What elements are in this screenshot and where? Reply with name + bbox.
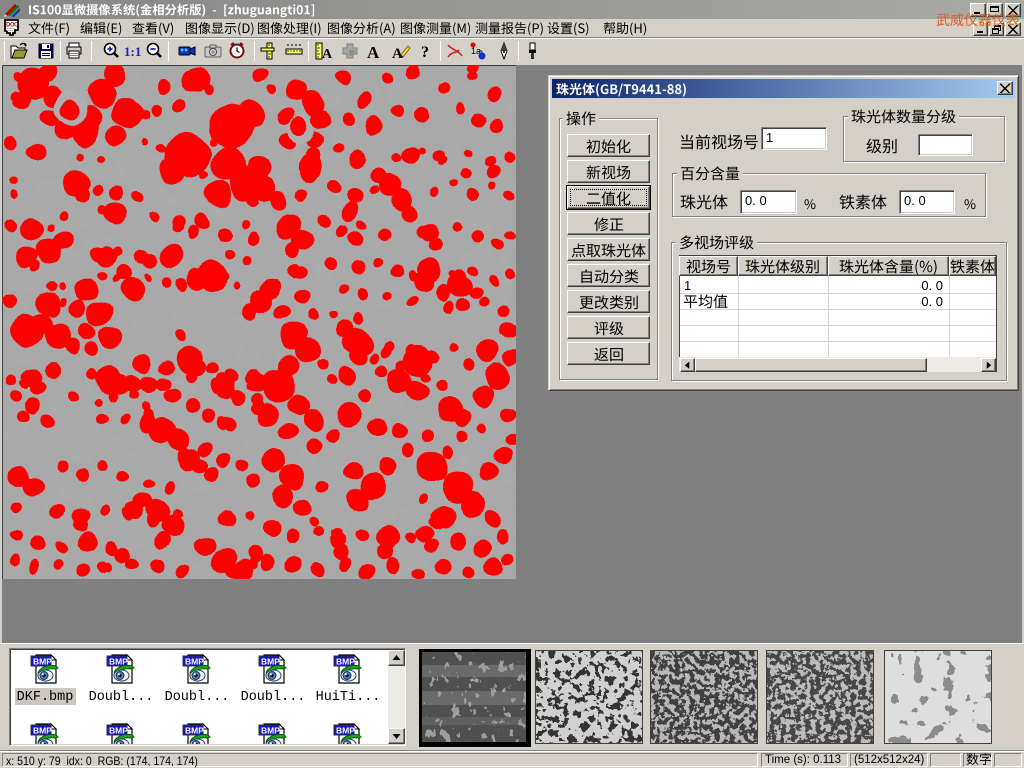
svg-text:?: ? <box>421 44 429 61</box>
svg-text:A: A <box>392 46 403 61</box>
svg-text:DOC: DOC <box>6 23 19 29</box>
svg-text:A: A <box>367 43 380 61</box>
svg-text:A: A <box>322 47 333 61</box>
svg-text:1:1: 1:1 <box>124 44 141 59</box>
